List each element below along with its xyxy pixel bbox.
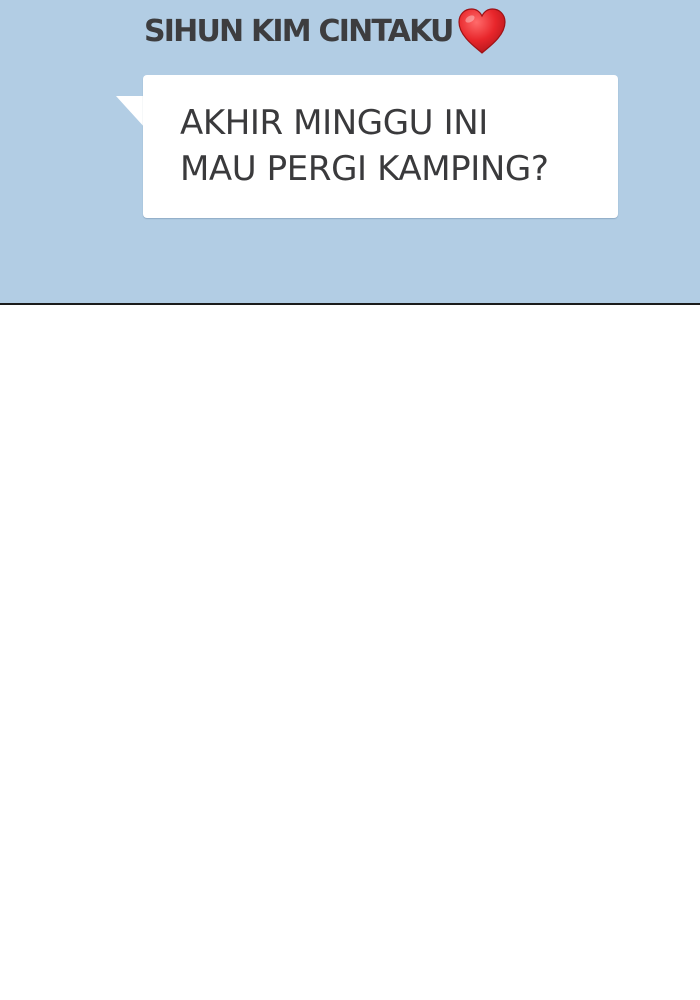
message-line: MAU PERGI KAMPING? bbox=[180, 149, 549, 189]
chat-panel: SIHUN KIM CINTAKU AKHIR MINGGU INI MAU P… bbox=[0, 0, 700, 305]
red-heart-icon bbox=[456, 6, 508, 56]
sender-name: SIHUN KIM CINTAKU bbox=[144, 13, 454, 49]
message-text: AKHIR MINGGU INI MAU PERGI KAMPING? bbox=[180, 100, 610, 192]
message-line: AKHIR MINGGU INI bbox=[180, 103, 488, 143]
page: SIHUN KIM CINTAKU AKHIR MINGGU INI MAU P… bbox=[0, 0, 700, 1000]
sender-header: SIHUN KIM CINTAKU bbox=[144, 6, 508, 56]
